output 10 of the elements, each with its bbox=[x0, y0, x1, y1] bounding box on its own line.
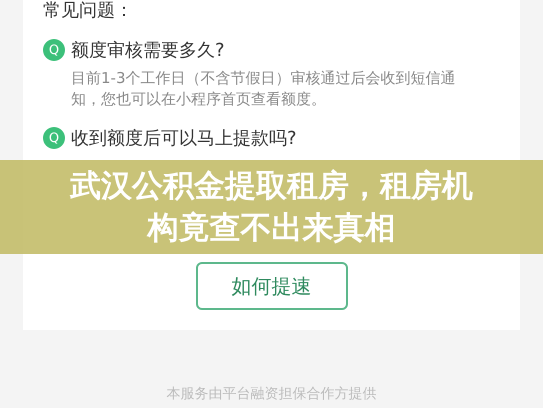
speed-up-button[interactable]: 如何提速 bbox=[196, 262, 348, 310]
question-icon: Q bbox=[43, 39, 65, 61]
question-icon: Q bbox=[43, 127, 65, 149]
answer-text: 目前1-3个工作日（不含节假日）审核通过后会收到短信通 bbox=[71, 68, 456, 89]
question-text: 收到额度后可以马上提款吗? bbox=[71, 127, 297, 150]
question-text: 额度审核需要多久? bbox=[71, 39, 225, 62]
section-title: 常见问题： bbox=[43, 0, 133, 22]
footer-text: 本服务由平台融资担保合作方提供 bbox=[166, 386, 376, 402]
banner-title: 武汉公积金提取租房，租房机构竟查不出来真相 bbox=[68, 167, 474, 248]
answer-text: 知，您也可以在小程序首页查看额度。 bbox=[71, 89, 326, 110]
